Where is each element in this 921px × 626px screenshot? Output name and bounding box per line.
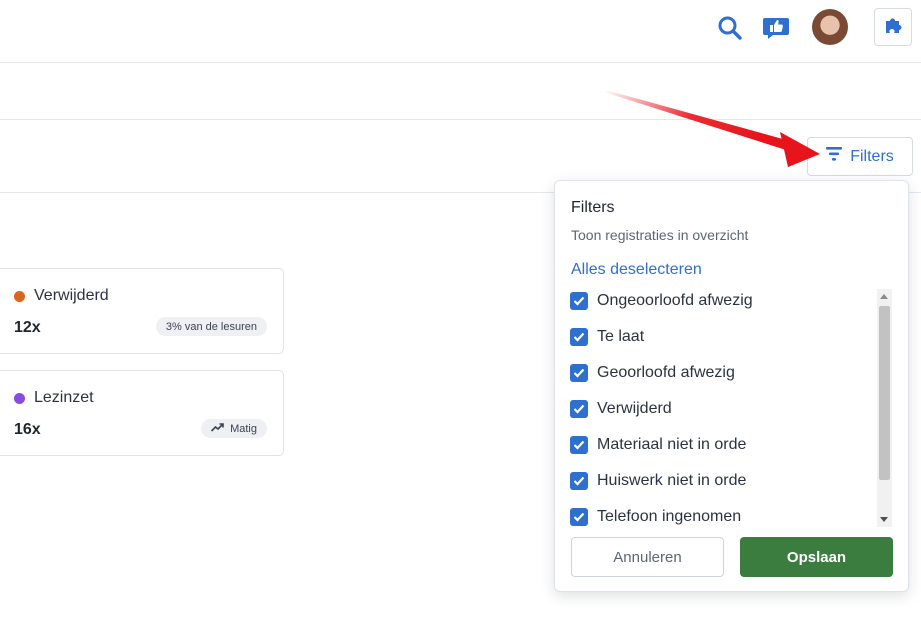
badge-text: Matig bbox=[230, 422, 257, 435]
option-label: Te laat bbox=[597, 328, 645, 345]
sub-header bbox=[0, 63, 921, 120]
avatar[interactable] bbox=[812, 9, 848, 45]
settings-button[interactable] bbox=[874, 8, 912, 46]
filter-icon bbox=[826, 147, 843, 166]
checkbox-checked[interactable] bbox=[570, 400, 588, 418]
cancel-button[interactable]: Annuleren bbox=[571, 537, 724, 577]
status-dot bbox=[14, 392, 25, 404]
filter-option[interactable]: Verwijderd bbox=[570, 397, 672, 421]
trend-badge: Matig bbox=[201, 419, 267, 438]
search-icon[interactable] bbox=[716, 14, 744, 42]
top-bar bbox=[0, 0, 921, 63]
checkbox-checked[interactable] bbox=[570, 292, 588, 310]
checkbox-checked[interactable] bbox=[570, 328, 588, 346]
filters-popover: Filters Toon registraties in overzicht A… bbox=[554, 180, 909, 592]
stat-card[interactable]: Verwijderd 12x 3% van de lesuren bbox=[0, 268, 284, 354]
scrollbar[interactable] bbox=[877, 289, 892, 527]
filters-button[interactable]: Filters bbox=[807, 137, 913, 176]
badge-text: 3% van de lesuren bbox=[165, 320, 257, 333]
status-dot bbox=[14, 290, 25, 302]
card-count: 16x bbox=[14, 421, 41, 438]
card-label: Lezinzet bbox=[34, 389, 94, 406]
card-label: Verwijderd bbox=[34, 287, 109, 304]
filter-option[interactable]: Te laat bbox=[570, 325, 644, 349]
checkbox-checked[interactable] bbox=[570, 436, 588, 454]
puzzle-icon bbox=[883, 15, 903, 40]
option-label: Geoorloofd afwezig bbox=[597, 364, 735, 381]
checkbox-checked[interactable] bbox=[570, 364, 588, 382]
save-button[interactable]: Opslaan bbox=[740, 537, 893, 577]
filter-option[interactable]: Ongeoorloofd afwezig bbox=[570, 289, 753, 313]
popover-title: Filters bbox=[571, 199, 615, 216]
scroll-up-arrow-icon[interactable] bbox=[880, 294, 888, 299]
percentage-badge: 3% van de lesuren bbox=[155, 317, 267, 336]
stat-card[interactable]: Lezinzet 16x Matig bbox=[0, 370, 284, 456]
filters-button-label: Filters bbox=[850, 147, 894, 165]
thumbs-up-icon[interactable] bbox=[762, 14, 790, 42]
card-count: 12x bbox=[14, 319, 41, 336]
filter-option[interactable]: Materiaal niet in orde bbox=[570, 433, 746, 457]
option-label: Materiaal niet in orde bbox=[597, 436, 747, 453]
filter-option[interactable]: Huiswerk niet in orde bbox=[570, 469, 746, 493]
popover-subtitle: Toon registraties in overzicht bbox=[571, 227, 749, 243]
checkbox-checked[interactable] bbox=[570, 472, 588, 490]
option-label: Verwijderd bbox=[597, 400, 672, 417]
option-label: Huiswerk niet in orde bbox=[597, 472, 747, 489]
option-label: Telefoon ingenomen bbox=[597, 508, 742, 525]
filter-option[interactable]: Geoorloofd afwezig bbox=[570, 361, 735, 385]
trend-icon bbox=[211, 422, 224, 435]
scroll-down-arrow-icon[interactable] bbox=[880, 517, 888, 522]
deselect-all-link[interactable]: Alles deselecteren bbox=[571, 261, 702, 279]
option-label: Ongeoorloofd afwezig bbox=[597, 292, 753, 309]
checkbox-checked[interactable] bbox=[570, 508, 588, 526]
filter-options-list[interactable]: Ongeoorloofd afwezig Te laat Geoorloofd … bbox=[563, 289, 893, 527]
filter-option[interactable]: Telefoon ingenomen bbox=[570, 505, 741, 527]
scrollbar-thumb[interactable] bbox=[879, 306, 890, 480]
